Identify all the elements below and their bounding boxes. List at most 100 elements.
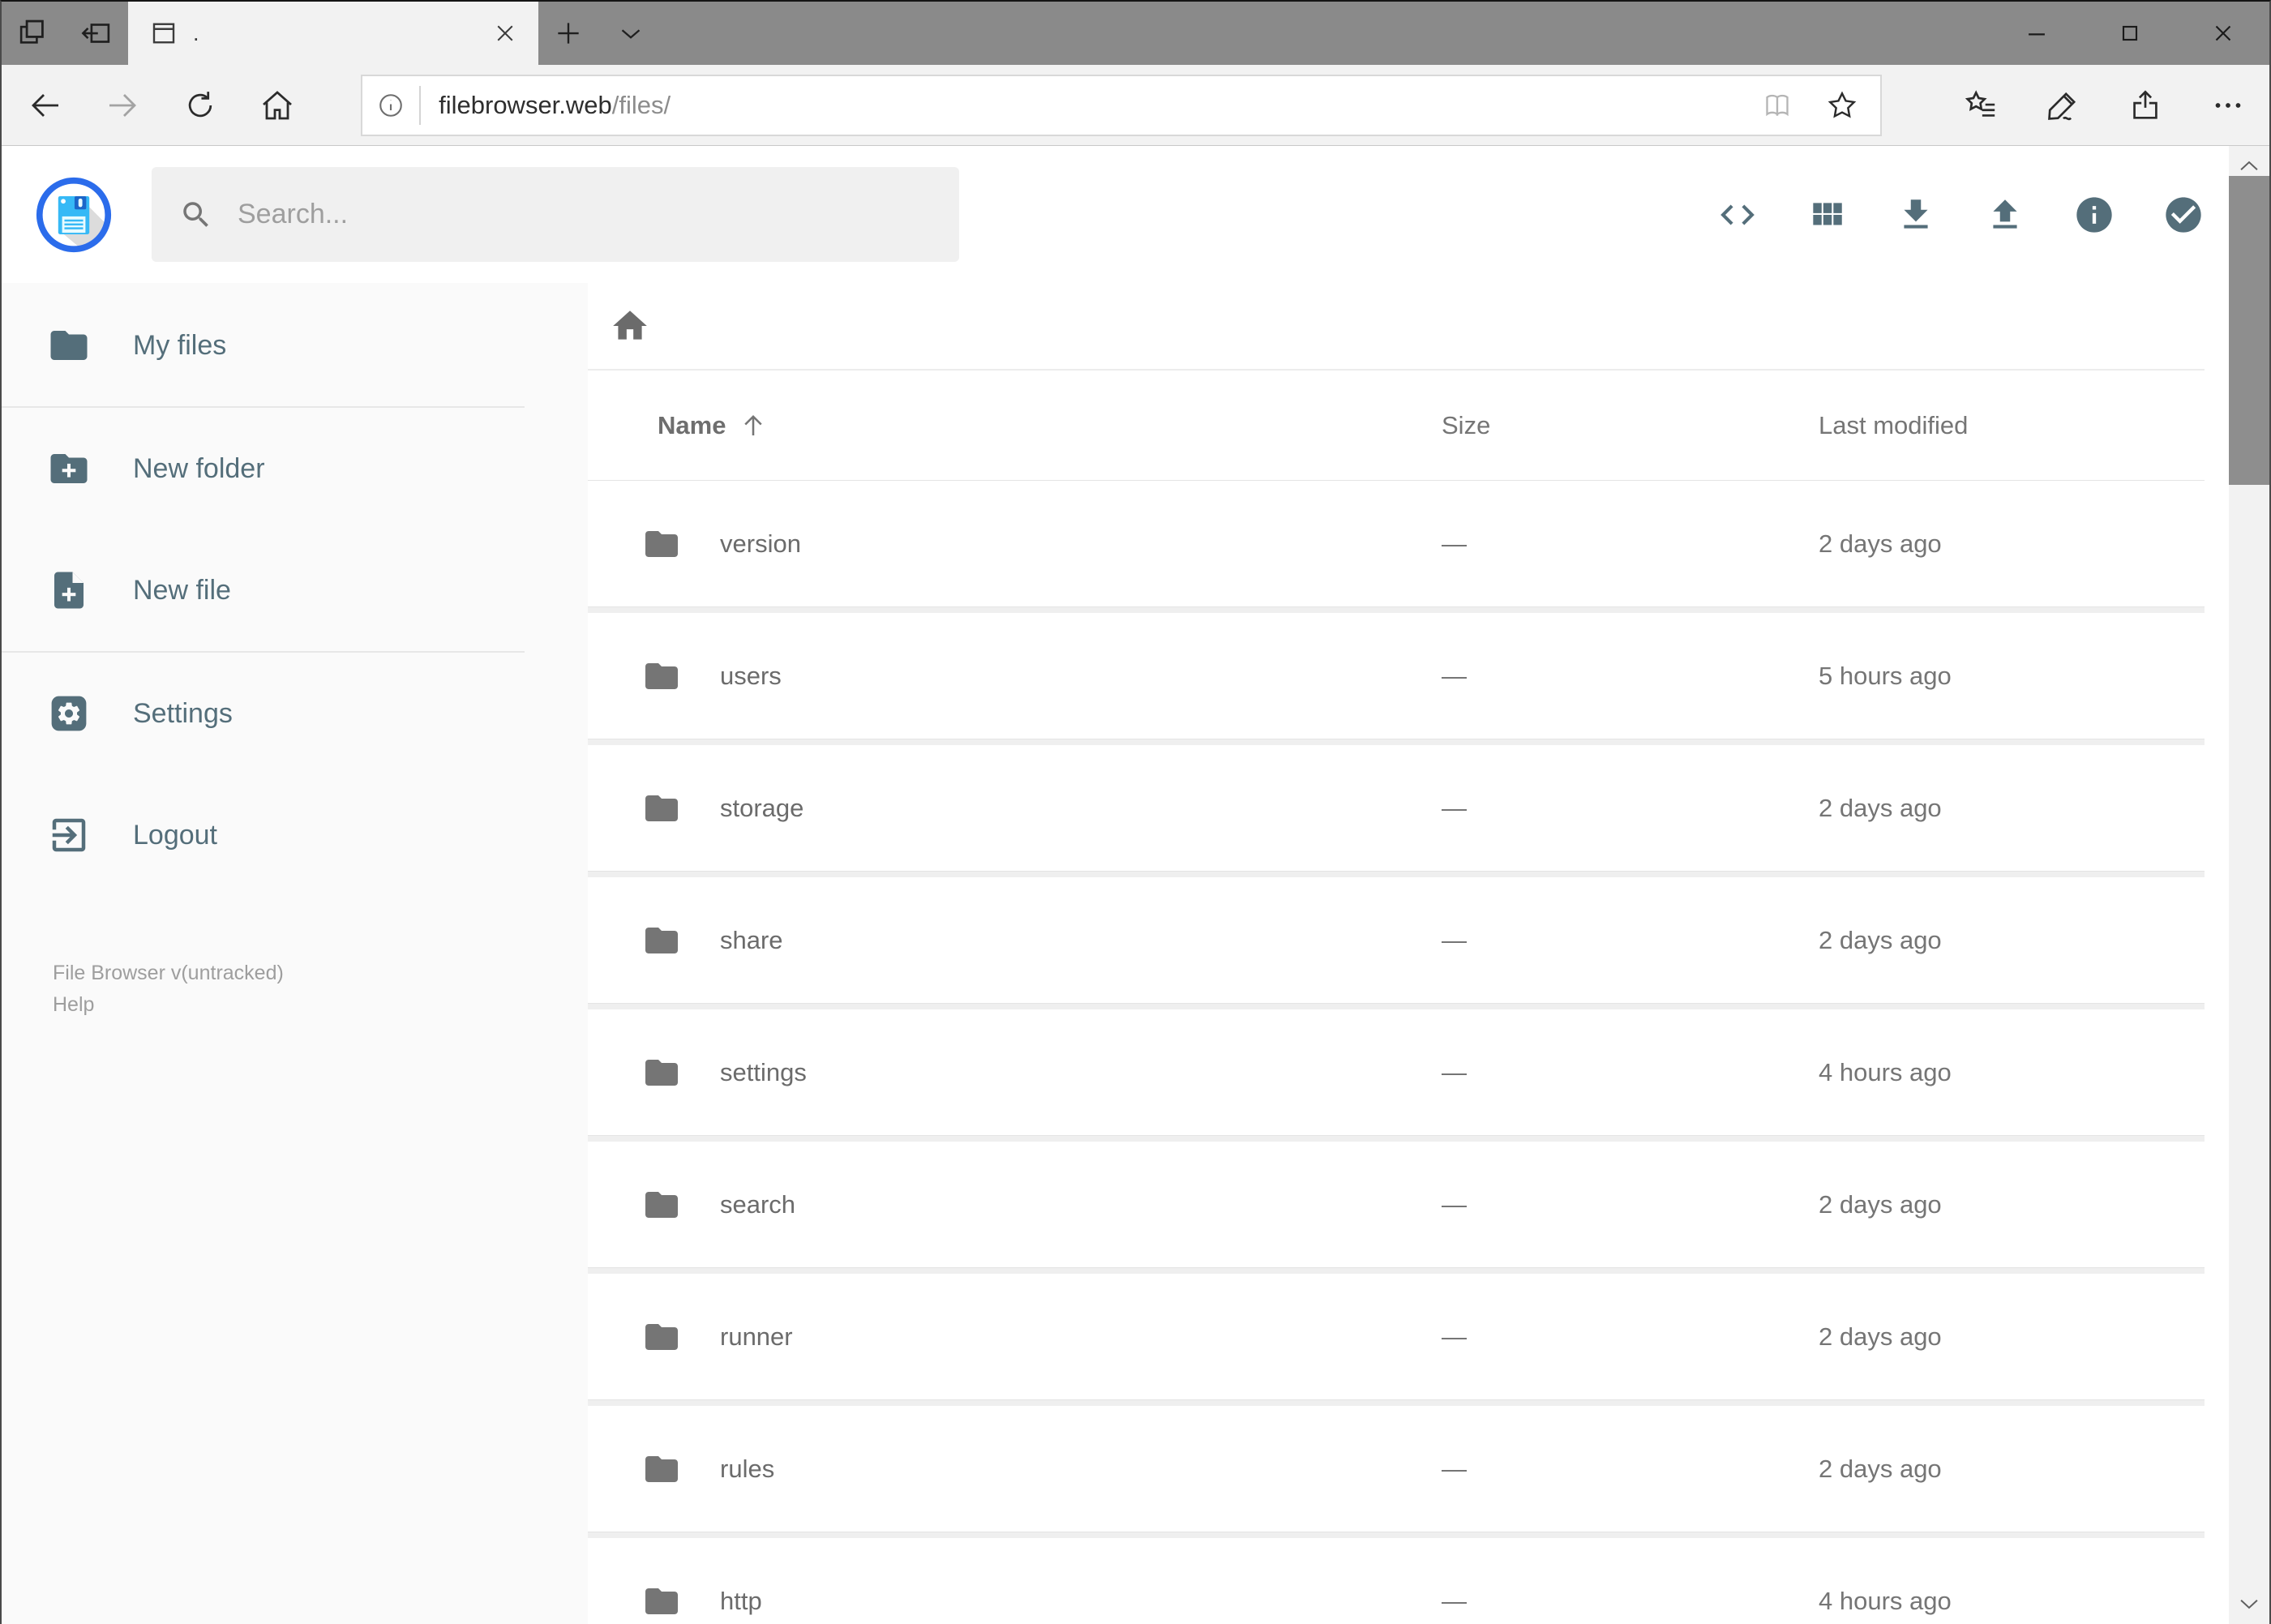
site-info-button[interactable] [362,91,419,120]
settings-more-button[interactable] [2187,65,2269,146]
file-name: share [720,925,783,954]
sidebar-item-label: Settings [133,697,233,729]
sidebar-item-settings[interactable]: Settings [2,653,588,774]
sidebar-item-new-file[interactable]: New file [2,529,588,651]
sidebar-footer: File Browser v(untracked) Help [2,958,588,1021]
listing-header: Name Size Last modified [588,371,2205,480]
hub-favorites-icon [1965,89,1995,117]
column-header-name[interactable]: Name [588,411,1442,440]
share-button[interactable] [2104,65,2187,146]
file-row-users[interactable]: users — 5 hours ago [588,613,2205,739]
hub-button[interactable] [1939,65,2021,146]
search-bar[interactable] [152,167,959,262]
file-modified: 5 hours ago [1819,661,1952,690]
info-button[interactable] [2062,182,2127,247]
column-header-modified[interactable]: Last modified [1819,411,2205,440]
minimize-icon [2028,33,2045,36]
file-listing: Name Size Last modified version — 2 days… [588,283,2269,1624]
scroll-down-button[interactable] [2229,1583,2269,1624]
folder-plus-icon [50,454,88,483]
home-icon [263,90,293,119]
folder-icon [645,795,678,821]
select-multiple-button[interactable] [2151,182,2216,247]
add-favorite-button[interactable] [1815,79,1869,132]
tab-previews-icon [19,19,44,44]
forward-button[interactable] [84,65,162,145]
file-name: version [720,529,801,558]
web-note-button[interactable] [2021,65,2104,146]
search-input[interactable] [238,199,932,230]
tab-list-button[interactable] [598,2,663,65]
file-modified: 2 days ago [1819,1189,1942,1219]
ellipsis-icon [2215,102,2241,108]
sort-ascending-icon [744,414,763,435]
grid-view-button[interactable] [1794,182,1859,247]
file-row-http[interactable]: http — 4 hours ago [588,1538,2205,1624]
file-row-rules[interactable]: rules — 2 days ago [588,1406,2205,1532]
file-size: — [1442,529,1467,558]
file-name: users [720,661,782,690]
tab-close-button[interactable] [493,21,517,45]
file-row-settings[interactable]: settings — 4 hours ago [588,1009,2205,1136]
file-modified: 2 days ago [1819,529,1942,558]
browser-tab[interactable]: . [128,2,538,65]
forward-icon [109,93,137,117]
scrollbar-thumb[interactable] [2229,176,2269,485]
file-modified: 4 hours ago [1819,1586,1952,1615]
file-modified: 4 hours ago [1819,1057,1952,1086]
file-row-search[interactable]: search — 2 days ago [588,1142,2205,1268]
close-window-button[interactable] [2176,2,2269,65]
folder-icon [645,1191,678,1218]
plus-icon [558,23,579,44]
new-tab-button[interactable] [538,2,598,65]
file-row-share[interactable]: share — 2 days ago [588,877,2205,1004]
home-button[interactable] [239,65,317,145]
maximize-icon [2122,25,2137,41]
help-link[interactable]: Help [53,993,94,1016]
gear-icon [51,696,87,731]
filebrowser-logo[interactable] [35,176,113,254]
file-row-version[interactable]: version — 2 days ago [588,481,2205,607]
maximize-button[interactable] [2083,2,2176,65]
upload-button[interactable] [1973,182,2037,247]
file-size: — [1442,1057,1467,1086]
reading-view-button[interactable] [1750,79,1804,132]
close-icon [2215,25,2230,41]
raw-code-button[interactable] [1705,182,1770,247]
sidebar-item-label: Logout [133,819,217,851]
sidebar-item-my-files[interactable]: My files [2,285,588,406]
home-filled-icon [613,311,647,340]
url-path: /files/ [611,90,671,119]
file-name: runner [720,1322,793,1351]
page-scrollbar[interactable] [2229,146,2269,1624]
tab-title: . [193,20,199,45]
file-plus-icon [54,572,84,609]
refresh-icon [188,91,212,117]
sidebar-item-logout[interactable]: Logout [2,774,588,896]
breadcrumb-home-button[interactable] [610,306,650,346]
search-icon [183,201,208,227]
file-size: — [1442,925,1467,954]
set-tabs-aside-button[interactable] [65,2,128,65]
download-button[interactable] [1883,182,1948,247]
file-row-runner[interactable]: runner — 2 days ago [588,1274,2205,1400]
column-header-size[interactable]: Size [1442,411,1819,440]
url-text[interactable]: filebrowser.web/files/ [439,91,671,120]
breadcrumb [588,283,2205,371]
file-modified: 2 days ago [1819,1454,1942,1483]
sidebar-item-label: New file [133,574,231,606]
file-rows: version — 2 days ago users — 5 hours ago… [588,480,2205,1624]
folder-icon [50,331,88,360]
tab-previews-button[interactable] [2,2,65,65]
minimize-button[interactable] [1990,2,2083,65]
address-bar[interactable]: filebrowser.web/files/ [361,74,1882,136]
app-header [2,146,2269,283]
refresh-button[interactable] [161,65,239,145]
back-button[interactable] [6,65,84,145]
upload-icon [1993,199,2017,229]
pen-icon [2048,92,2076,120]
file-row-storage[interactable]: storage — 2 days ago [588,745,2205,872]
sidebar-item-label: New folder [133,452,265,484]
close-icon [497,25,513,41]
sidebar-item-new-folder[interactable]: New folder [2,408,588,529]
